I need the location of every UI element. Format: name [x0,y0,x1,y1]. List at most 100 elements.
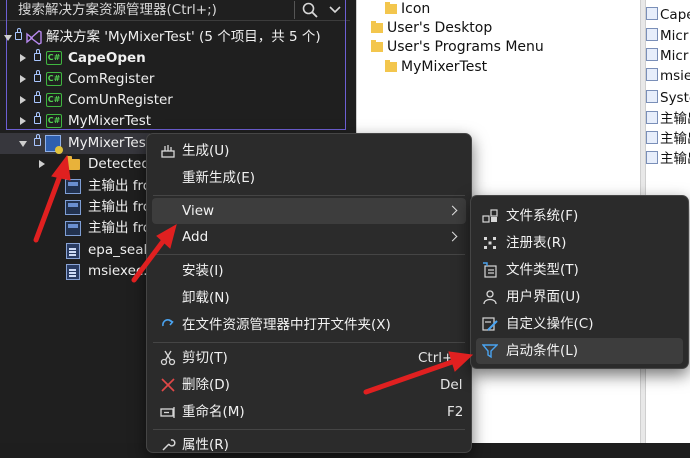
project-node-mymixertest[interactable]: C# MyMixerTest [0,111,340,132]
scissors-icon [160,350,176,366]
list-item[interactable]: 主输出 [646,109,690,130]
csharp-project-icon: C# [46,51,62,65]
list-item[interactable]: msie [646,66,690,87]
file-icon [646,28,658,41]
menu-item-rebuild[interactable]: 重新生成(E) [152,165,466,191]
delete-x-icon [161,378,175,392]
menu-separator [153,254,465,255]
menu-item-label: Add [182,229,209,245]
chevron-right-icon [447,231,458,242]
menu-item-uninstall[interactable]: 卸载(N) [152,285,466,311]
menu-item-label: 重命名(M) [182,404,245,420]
fs-item-label: MyMixerTest [401,59,488,75]
tree-item-label: 主输出 fro [88,220,152,236]
menu-item-delete[interactable]: 删除(D) Del [152,372,466,398]
file-icon [646,68,658,81]
menu-item-open-in-explorer[interactable]: 在文件资源管理器中打开文件夹(X) [152,312,466,338]
project-node-comregister[interactable]: C# ComRegister [0,69,340,90]
list-item[interactable]: 主输出 [646,149,690,170]
list-item[interactable]: Cape [646,5,690,26]
fs-item-label: User's Programs Menu [387,39,544,55]
menu-item-properties[interactable]: 属性(R) [152,432,466,458]
lock-icon [34,112,41,124]
tree-item-detected[interactable]: Detected [0,154,150,175]
tree-item-msiexec[interactable]: msiexec. [0,261,148,282]
file-icon [646,151,658,164]
list-item[interactable]: Micr [646,46,688,67]
expand-arrow-icon[interactable] [20,96,26,104]
folder-icon [385,60,397,72]
folder-icon [371,21,383,33]
tree-item-output-3[interactable]: 主输出 fro [0,218,151,239]
list-item-label: 主输出 [660,151,690,167]
tree-item-label: epa_seal [88,242,148,258]
csharp-project-icon: C# [46,72,62,86]
submenu-item-custom-actions[interactable]: 自定义操作(C) [476,311,683,337]
expand-arrow-icon[interactable] [20,54,26,62]
menu-item-label: 生成(U) [182,143,230,159]
expand-arrow-icon[interactable] [39,160,45,168]
menu-item-label: 注册表(R) [506,235,567,251]
lock-icon [15,28,22,40]
menu-separator [153,342,465,343]
solution-icon [26,30,42,45]
submenu-item-file-system[interactable]: 文件系统(F) [476,203,683,229]
primary-output-icon [65,200,81,215]
tree-item-label: Detected [88,156,150,172]
submenu-item-launch-conditions[interactable]: 启动条件(L) [476,338,683,364]
list-item-label: 主输出 [660,111,690,127]
chevron-right-icon [447,205,458,216]
project-node-capeopen[interactable]: C# CapeOpen [0,48,340,69]
menu-item-label: View [182,203,215,219]
lock-icon [34,70,41,82]
project-label: ComRegister [68,71,155,87]
solution-node[interactable]: 解决方案 'MyMixerTest' (5 个项目，共 5 个) [0,27,350,48]
project-label: ComUnRegister [68,92,173,108]
expand-arrow-icon[interactable] [20,117,26,125]
setup-project-node[interactable]: MyMixerTest [0,133,151,154]
primary-output-icon [65,221,81,236]
menu-item-label: 用户界面(U) [506,289,581,305]
submenu-item-registry[interactable]: 注册表(R) [476,230,683,256]
list-item-label: msie [660,68,690,84]
list-item[interactable]: Micr [646,26,688,47]
registry-icon [484,237,496,249]
folder-icon [66,156,80,170]
build-icon [161,145,175,158]
tree-item-epa-seal[interactable]: epa_seal [0,240,148,261]
expand-arrow-icon[interactable] [4,35,12,41]
list-item-label: Cape [660,7,690,23]
csharp-project-icon: C# [46,114,62,128]
project-node-comunregister[interactable]: C# ComUnRegister [0,90,340,111]
lock-icon [34,49,41,61]
list-item-label: 主输出 [660,131,690,147]
tree-item-output-1[interactable]: 主输出 fro [0,176,151,197]
file-icon [646,48,658,61]
custom-actions-icon [482,317,498,331]
project-label: CapeOpen [68,50,146,66]
menu-item-install[interactable]: 安装(I) [152,258,466,284]
menu-item-shortcut: Del [440,377,463,393]
submenu-item-file-types[interactable]: 文件类型(T) [476,257,683,283]
project-label: MyMixerTest [68,113,152,129]
menu-item-add[interactable]: Add [152,224,466,250]
menu-item-label: 文件类型(T) [506,262,579,278]
list-item-label: Syste [660,90,690,106]
menu-item-label: 剪切(T) [182,350,228,366]
expand-arrow-icon[interactable] [19,141,27,147]
menu-item-rename[interactable]: 重命名(M) F2 [152,399,466,425]
menu-item-label: 安装(I) [182,263,224,279]
menu-item-label: 自定义操作(C) [506,316,594,332]
lock-icon [34,134,41,146]
list-item[interactable]: Syste [646,88,690,109]
menu-item-view[interactable]: View [152,198,466,224]
menu-item-shortcut: Ctrl+ [418,350,454,366]
expand-arrow-icon[interactable] [20,75,26,83]
tree-item-output-2[interactable]: 主输出 fro [0,197,151,218]
menu-item-build[interactable]: 生成(U) [152,138,466,164]
list-item[interactable]: 主输出 [646,129,690,150]
menu-separator [153,429,465,430]
submenu-item-user-interface[interactable]: 用户界面(U) [476,284,683,310]
menu-item-cut[interactable]: 剪切(T) Ctrl+ [152,345,466,371]
list-item-label: Micr [660,28,689,44]
